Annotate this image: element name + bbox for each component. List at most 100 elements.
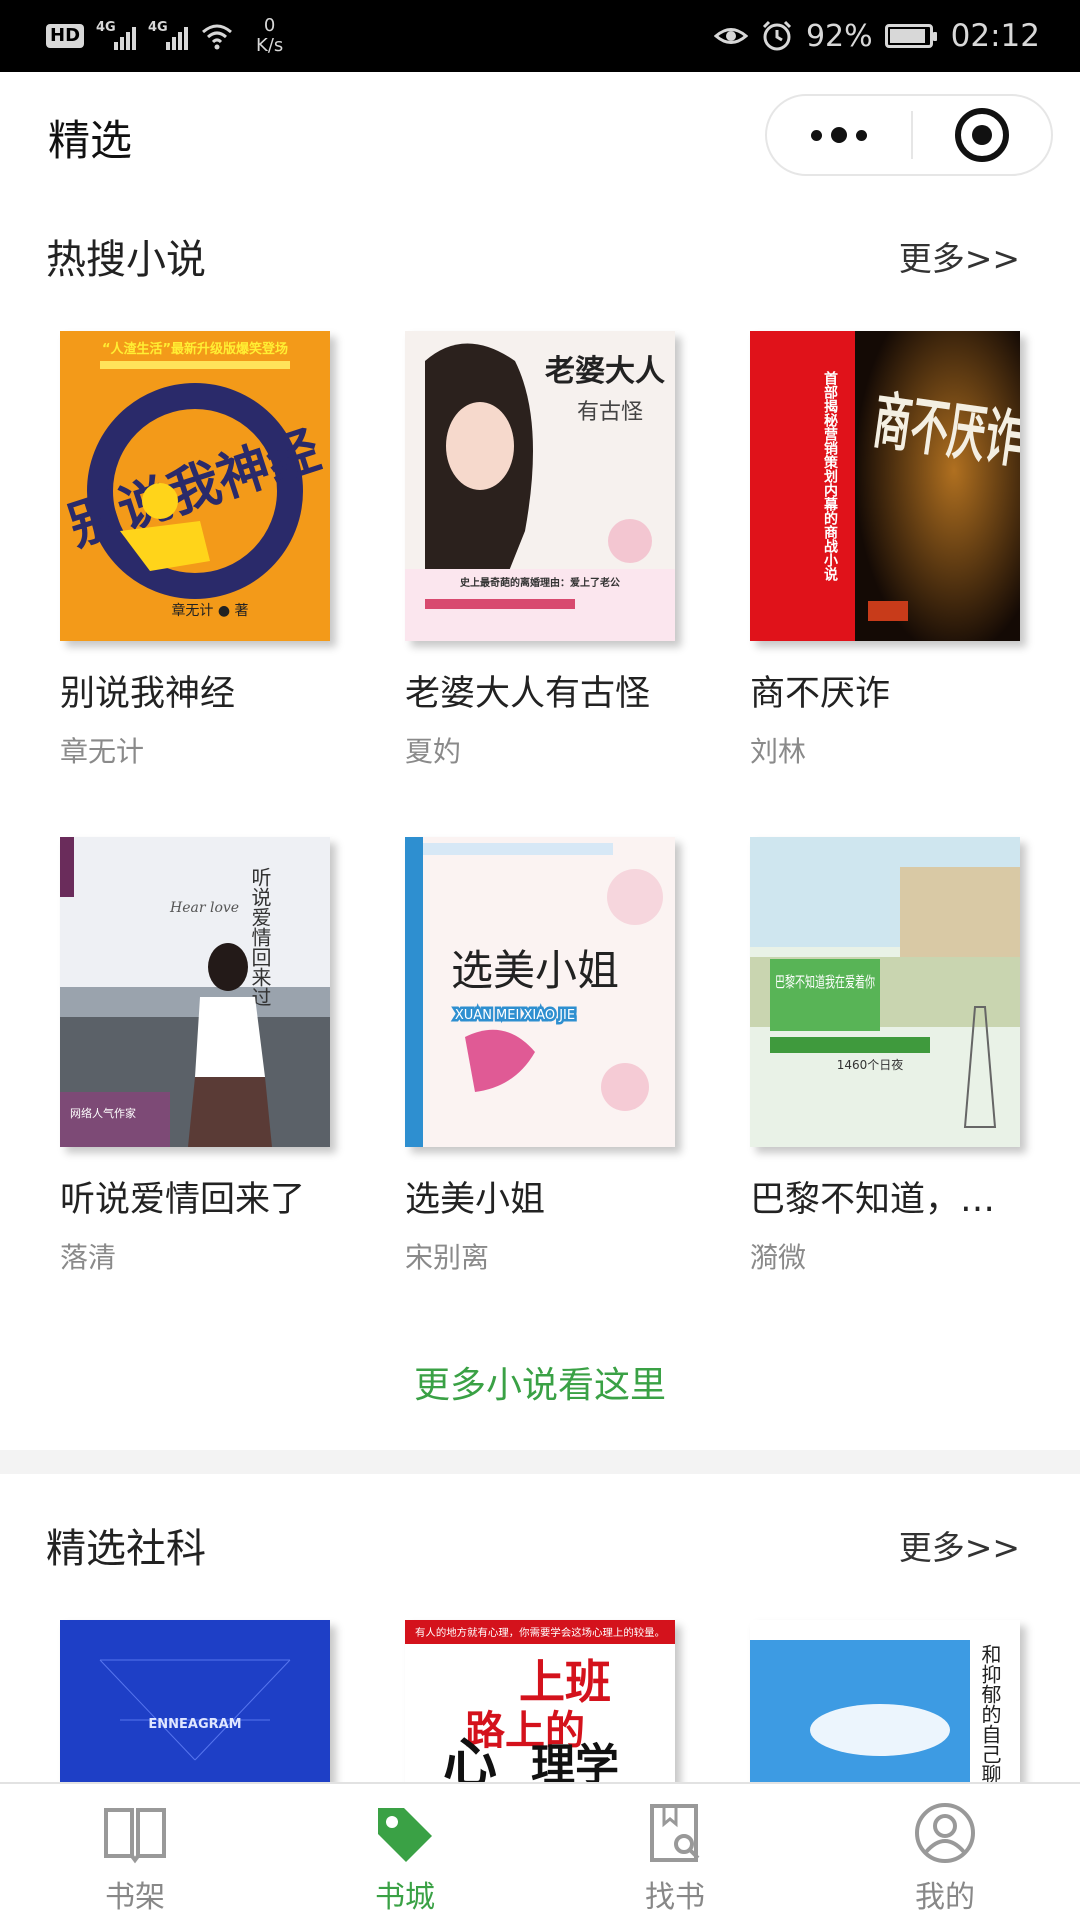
cover-art-text-4: 理学 bbox=[531, 1740, 619, 1784]
status-left: HD 4G 4G 0 K/s bbox=[46, 16, 283, 56]
network-type-2: 4G bbox=[148, 20, 168, 35]
cover-art-text: 听说爱情回来过 bbox=[248, 867, 272, 1007]
section-more-link[interactable]: 更多>> bbox=[899, 232, 1020, 280]
section-title: 热搜小说 bbox=[46, 237, 206, 283]
tab-find-book[interactable]: 找书 bbox=[540, 1784, 810, 1920]
book-author: 章无计 bbox=[60, 735, 145, 768]
book-title: 老婆大人有古怪 bbox=[405, 674, 651, 714]
target-icon bbox=[955, 108, 1009, 162]
tab-label: 找书 bbox=[645, 1880, 705, 1915]
cover-badge: 网络人气作家 bbox=[70, 1106, 136, 1120]
more-novels-link[interactable]: 更多小说看这里 bbox=[0, 1356, 1080, 1408]
book-title: 巴黎不知道，我在爱着你 bbox=[750, 1180, 1020, 1220]
book-author: 落清 bbox=[60, 1241, 117, 1274]
cover-art-text: 上班 bbox=[519, 1655, 611, 1709]
book-cover-art: 巴黎不知道我在爱着你 1460个日夜 bbox=[750, 837, 1020, 1147]
book-search-icon bbox=[650, 1804, 700, 1862]
title-bar: 精选 bbox=[0, 72, 1080, 202]
tab-me[interactable]: 我的 bbox=[810, 1784, 1080, 1920]
clock: 02:12 bbox=[950, 18, 1040, 54]
book-title: 选美小姐 bbox=[405, 1180, 546, 1220]
cover-tagline: 史上最奇葩的离婚理由：爱上了老公 bbox=[460, 576, 620, 589]
book-title: 商不厌诈 bbox=[750, 674, 891, 714]
book-card[interactable]: 选美小姐 XUAN MEI XIAO JIE 选美小姐 宋别离 bbox=[405, 837, 675, 1276]
close-button[interactable] bbox=[913, 96, 1051, 174]
tag-icon bbox=[378, 1808, 432, 1862]
book-cover[interactable]: 听说爱情回来过 Hear love 网络人气作家 bbox=[60, 837, 330, 1147]
book-cover[interactable]: 老婆大人 有古怪 史上最奇葩的离婚理由：爱上了老公 bbox=[405, 331, 675, 641]
book-card[interactable]: 和抑郁的自己聊聊吧 bbox=[750, 1620, 1020, 1784]
book-author: 宋别离 bbox=[405, 1241, 490, 1274]
book-cover-art: ENNEAGRAM bbox=[60, 1620, 330, 1784]
cover-art-text: 巴黎不知道我在爱着你 bbox=[775, 973, 875, 991]
cover-art-text: ENNEAGRAM bbox=[148, 1717, 241, 1732]
network-speed-value: 0 bbox=[263, 15, 276, 36]
book-cover[interactable]: 和抑郁的自己聊聊吧 bbox=[750, 1620, 1020, 1784]
tab-label: 书城 bbox=[375, 1880, 435, 1915]
cover-byline: 章无计 ● 著 bbox=[171, 602, 248, 619]
status-bar: HD 4G 4G 0 K/s 92% 02:12 bbox=[0, 0, 1080, 72]
book-cover[interactable]: 首部揭秘营销策划内幕的商战小说 商不厌诈 bbox=[750, 331, 1020, 641]
book-cover-art: “人渣生活”最新升级版爆笑登场 别说我神经 章无计 ● 著 bbox=[60, 331, 330, 641]
book-cover-art: 听说爱情回来过 Hear love 网络人气作家 bbox=[60, 837, 330, 1147]
book-cover[interactable]: 有人的地方就有心理，你需要学会这场心理上的较量。 上班 路上的 心 理学 bbox=[405, 1620, 675, 1784]
more-options-button[interactable] bbox=[767, 96, 911, 174]
book-cover-art: 老婆大人 有古怪 史上最奇葩的离婚理由：爱上了老公 bbox=[405, 331, 675, 641]
alarm-icon bbox=[762, 20, 792, 51]
hd-badge: HD bbox=[46, 24, 85, 48]
bottom-tab-bar: 书架 书城 找书 我的 bbox=[0, 1782, 1080, 1920]
book-author: 漪微 bbox=[750, 1241, 807, 1274]
cover-art-text: 选美小姐 bbox=[451, 946, 619, 995]
network-type-1: 4G bbox=[96, 20, 116, 35]
section-divider bbox=[0, 1450, 1080, 1474]
cover-script-text: Hear love bbox=[169, 900, 239, 916]
cover-pinyin: XUAN MEI XIAO JIE bbox=[455, 1008, 575, 1023]
cover-subtitle: 有古怪 bbox=[577, 400, 643, 425]
menu-capsule bbox=[765, 94, 1053, 176]
wifi-icon bbox=[202, 24, 232, 50]
section-header-social-science: 精选社科 更多>> bbox=[46, 1515, 1020, 1575]
book-card[interactable]: “人渣生活”最新升级版爆笑登场 别说我神经 章无计 ● 著 别说我神经 章无计 bbox=[60, 331, 330, 770]
network-speed: 0 K/s bbox=[256, 16, 283, 56]
section-more-link[interactable]: 更多>> bbox=[899, 1521, 1020, 1569]
cover-art-text: 和抑郁的自己聊聊吧 bbox=[978, 1644, 1002, 1784]
book-card[interactable]: ENNEAGRAM bbox=[60, 1620, 330, 1784]
dot-icon bbox=[856, 129, 867, 141]
book-card[interactable]: 老婆大人 有古怪 史上最奇葩的离婚理由：爱上了老公 老婆大人有古怪 夏妁 bbox=[405, 331, 675, 770]
book-cover-art: 有人的地方就有心理，你需要学会这场心理上的较量。 上班 路上的 心 理学 bbox=[405, 1620, 675, 1784]
user-icon bbox=[915, 1803, 975, 1863]
cover-tagline: “人渣生活”最新升级版爆笑登场 bbox=[102, 341, 288, 357]
section-header-hot-novels: 热搜小说 更多>> bbox=[46, 226, 1020, 286]
book-cover[interactable]: 巴黎不知道我在爱着你 1460个日夜 bbox=[750, 837, 1020, 1147]
tab-label: 我的 bbox=[915, 1880, 975, 1915]
tab-label: 书架 bbox=[105, 1880, 165, 1915]
tab-bookstore[interactable]: 书城 bbox=[270, 1784, 540, 1920]
book-card[interactable]: 巴黎不知道我在爱着你 1460个日夜 巴黎不知道，我在爱着你 漪微 bbox=[750, 837, 1020, 1276]
book-author: 夏妁 bbox=[405, 735, 462, 768]
battery-level bbox=[889, 29, 925, 43]
book-cover[interactable]: “人渣生活”最新升级版爆笑登场 别说我神经 章无计 ● 著 bbox=[60, 331, 330, 641]
battery-icon bbox=[884, 24, 937, 48]
book-cover-art: 和抑郁的自己聊聊吧 bbox=[750, 1620, 1020, 1784]
dot-icon bbox=[831, 127, 847, 143]
cover-side-text: 首部揭秘营销策划内幕的商战小说 bbox=[822, 370, 839, 582]
status-right: 92% 02:12 bbox=[713, 18, 1040, 54]
book-open-icon bbox=[104, 1808, 166, 1864]
book-cover-art: 首部揭秘营销策划内幕的商战小说 商不厌诈 bbox=[750, 331, 1020, 641]
page-title: 精选 bbox=[48, 115, 133, 165]
cover-subtitle: 1460个日夜 bbox=[837, 1057, 904, 1072]
dot-icon bbox=[811, 129, 822, 141]
book-card[interactable]: 首部揭秘营销策划内幕的商战小说 商不厌诈 商不厌诈 刘林 bbox=[750, 331, 1020, 770]
book-title: 听说爱情回来了 bbox=[60, 1180, 306, 1220]
book-title: 别说我神经 bbox=[60, 674, 236, 714]
book-cover[interactable]: ENNEAGRAM bbox=[60, 1620, 330, 1784]
cover-art-text-3: 心 bbox=[443, 1732, 497, 1784]
book-card[interactable]: 听说爱情回来过 Hear love 网络人气作家 听说爱情回来了 落清 bbox=[60, 837, 330, 1276]
book-cover[interactable]: 选美小姐 XUAN MEI XIAO JIE bbox=[405, 837, 675, 1147]
book-card[interactable]: 有人的地方就有心理，你需要学会这场心理上的较量。 上班 路上的 心 理学 bbox=[405, 1620, 675, 1784]
signal-icon-1: 4G bbox=[96, 20, 137, 50]
book-cover-art: 选美小姐 XUAN MEI XIAO JIE bbox=[405, 837, 675, 1147]
book-author: 刘林 bbox=[750, 735, 807, 768]
cover-art-text: 老婆大人 bbox=[545, 354, 665, 389]
tab-bookshelf[interactable]: 书架 bbox=[0, 1784, 270, 1920]
